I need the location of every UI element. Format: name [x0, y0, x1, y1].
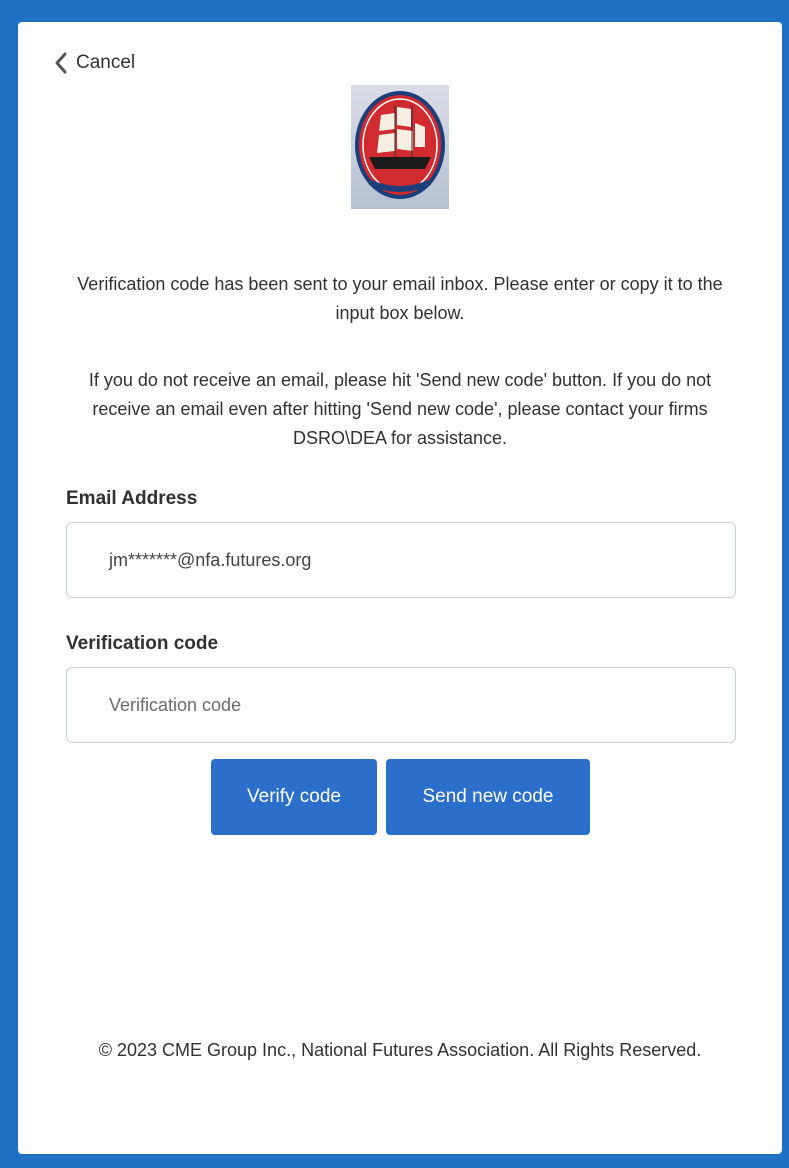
verification-code-input[interactable]	[109, 694, 669, 716]
email-value: jm*******@nfa.futures.org	[109, 549, 312, 570]
chevron-left-icon	[54, 52, 68, 74]
verification-code-field[interactable]	[66, 667, 736, 743]
cancel-label: Cancel	[76, 52, 136, 73]
email-label: Email Address	[66, 488, 198, 509]
help-text: If you do not receive an email, please h…	[88, 370, 712, 448]
verification-card: Cancel Verification code has been sent t…	[18, 22, 782, 1154]
verification-code-label: Verification code	[66, 633, 219, 654]
instruction-text: Verification code has been sent to your …	[77, 274, 723, 323]
cancel-link[interactable]: Cancel	[54, 52, 135, 74]
send-new-code-button[interactable]: Send new code	[386, 759, 590, 835]
verify-code-button[interactable]: Verify code	[211, 759, 377, 835]
copyright-text: © 2023 CME Group Inc., National Futures …	[98, 1040, 702, 1060]
email-field[interactable]: jm*******@nfa.futures.org	[66, 522, 736, 598]
company-logo	[351, 85, 449, 209]
